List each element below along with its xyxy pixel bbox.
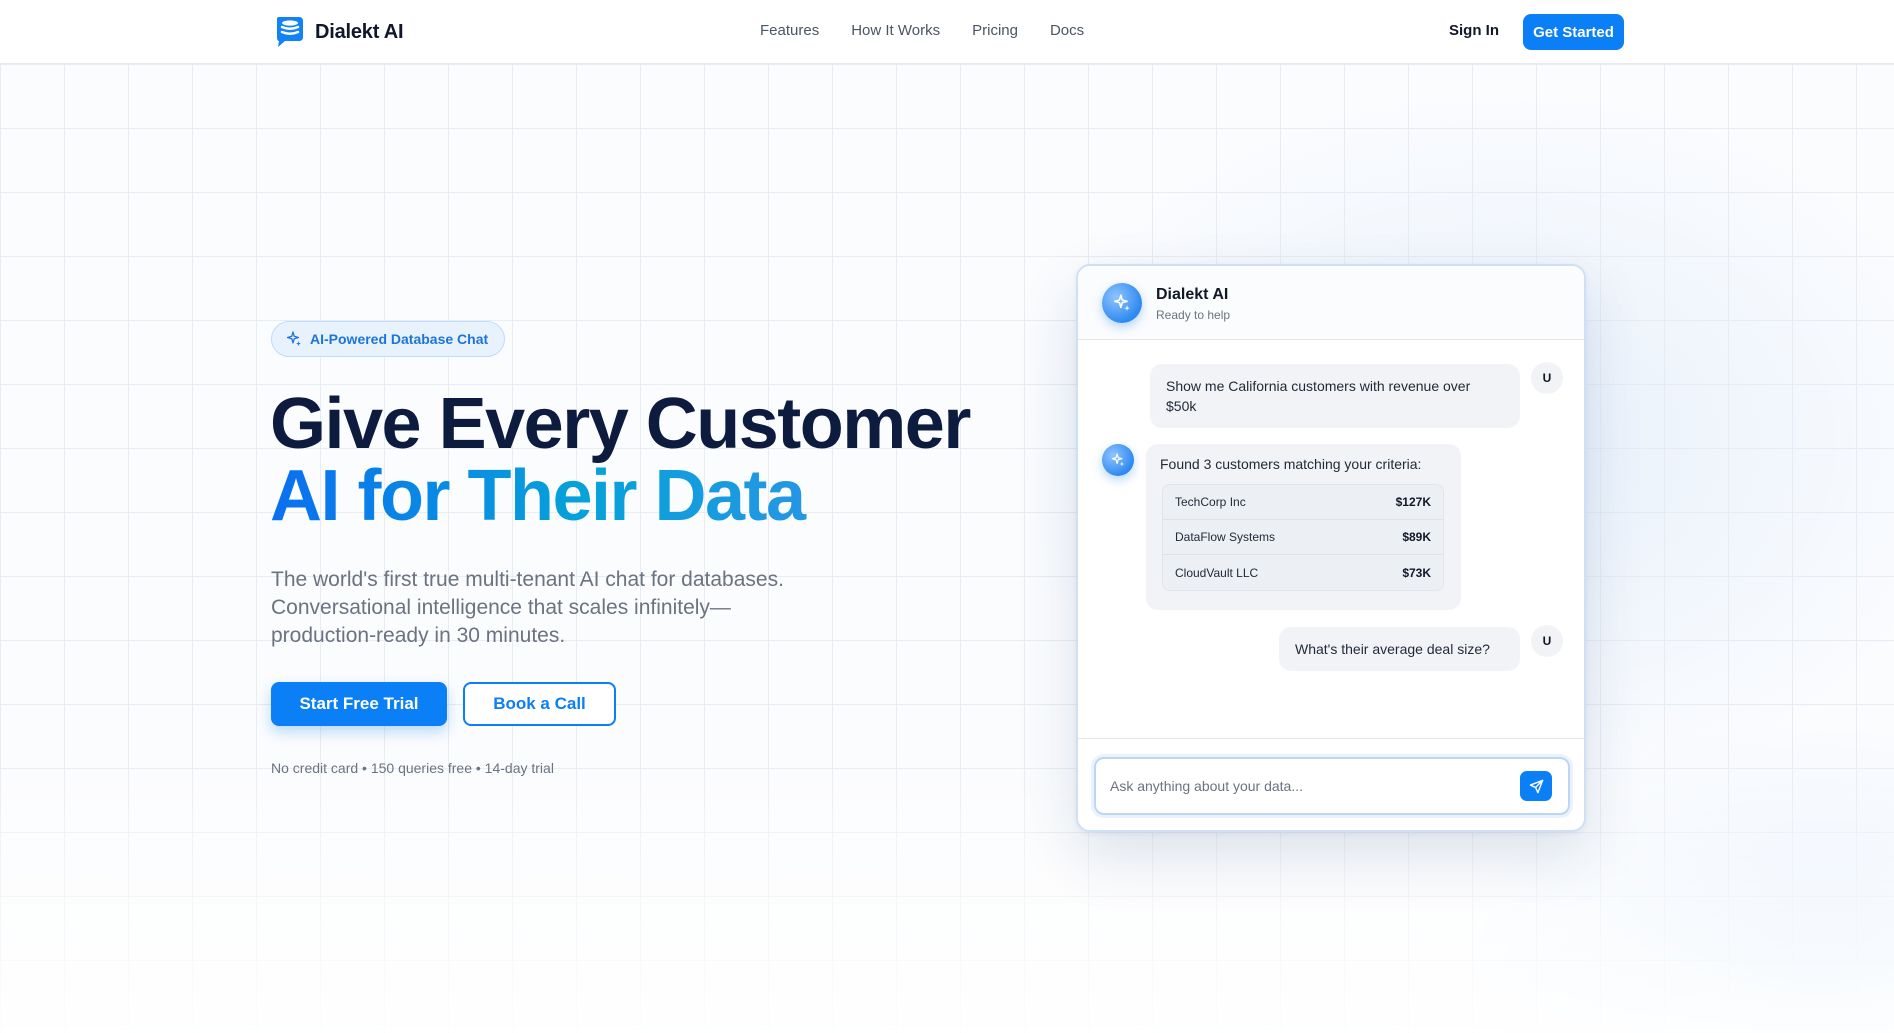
chat-header: Dialekt AI Ready to help (1078, 266, 1584, 340)
hero-headline: Give Every Customer AI for Their Data (270, 384, 971, 532)
sparkle-icon (1111, 453, 1125, 467)
chat-input[interactable] (1110, 759, 1510, 813)
table-row: CloudVault LLC $73K (1163, 555, 1443, 590)
headline-line-1: Give Every Customer (270, 384, 971, 464)
get-started-button[interactable]: Get Started (1523, 14, 1624, 50)
brand-name: Dialekt AI (315, 20, 404, 43)
chat-input-container (1094, 757, 1570, 815)
chat-title: Dialekt AI (1156, 286, 1229, 303)
bot-avatar (1102, 283, 1142, 323)
customer-name: CloudVault LLC (1175, 565, 1259, 580)
site-header: Dialekt AI Features How It Works Pricing… (0, 0, 1894, 64)
table-row: TechCorp Inc $127K (1163, 485, 1443, 520)
customer-revenue: $127K (1395, 495, 1431, 509)
table-row: DataFlow Systems $89K (1163, 520, 1443, 555)
user-avatar: U (1531, 625, 1563, 657)
customer-name: TechCorp Inc (1175, 495, 1246, 509)
trial-fineprint: No credit card • 150 queries free • 14-d… (271, 760, 554, 776)
sign-in-link[interactable]: Sign In (1449, 22, 1499, 39)
brand-logo-link[interactable]: Dialekt AI (273, 15, 404, 49)
customer-revenue: $89K (1402, 530, 1431, 544)
bot-message: Found 3 customers matching your criteria… (1146, 444, 1461, 610)
user-message: What's their average deal size? (1279, 627, 1520, 671)
nav-link-pricing[interactable]: Pricing (972, 22, 1018, 39)
chat-demo-card: Dialekt AI Ready to help Show me Califor… (1076, 264, 1586, 832)
user-message: Show me California customers with revenu… (1150, 364, 1520, 428)
send-icon (1529, 779, 1543, 793)
results-table: TechCorp Inc $127K DataFlow Systems $89K… (1162, 484, 1444, 591)
customer-name: DataFlow Systems (1175, 530, 1276, 544)
customer-revenue: $73K (1402, 565, 1431, 580)
background-fade (0, 64, 1894, 1033)
send-button[interactable] (1520, 771, 1552, 801)
nav-link-how-it-works[interactable]: How It Works (851, 22, 940, 39)
main-nav: Features How It Works Pricing Docs (760, 22, 1084, 39)
user-avatar: U (1531, 362, 1563, 394)
bot-avatar (1102, 444, 1134, 476)
sparkle-icon (286, 331, 301, 346)
badge-label: AI-Powered Database Chat (310, 331, 489, 347)
database-chat-logo-icon (277, 17, 303, 47)
book-a-call-button[interactable]: Book a Call (463, 682, 616, 726)
chat-status: Ready to help (1156, 308, 1231, 322)
headline-line-2: AI for Their Data (270, 460, 970, 532)
sparkle-icon (1113, 294, 1130, 311)
chat-composer (1078, 738, 1584, 830)
nav-link-docs[interactable]: Docs (1050, 22, 1084, 39)
start-free-trial-button[interactable]: Start Free Trial (271, 682, 447, 726)
hero-subtext: The world's first true multi-tenant AI c… (271, 568, 784, 647)
nav-link-features[interactable]: Features (760, 22, 819, 39)
feature-badge: AI-Powered Database Chat (271, 321, 506, 357)
hero-section (0, 64, 1894, 1033)
bot-message-text: Found 3 customers matching your criteria… (1160, 456, 1422, 472)
